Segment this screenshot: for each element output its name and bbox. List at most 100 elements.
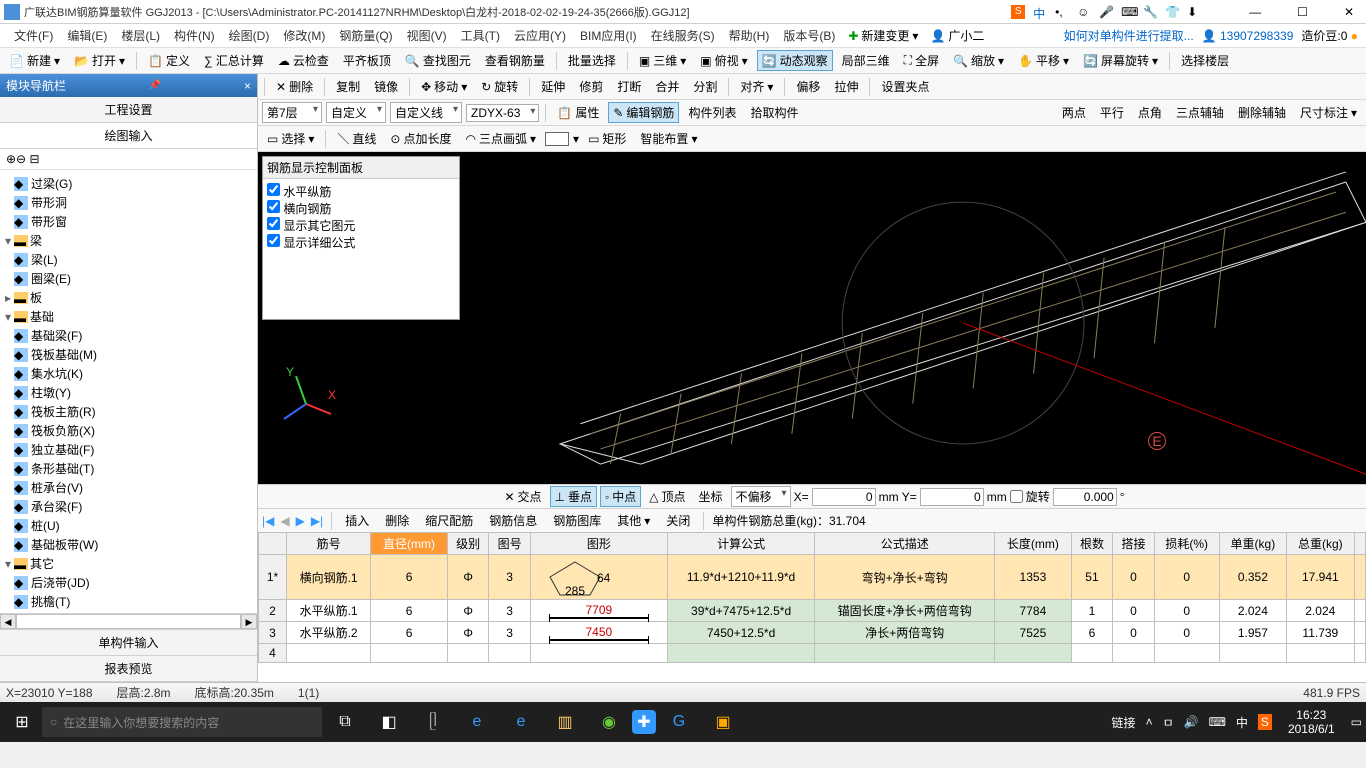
line-button[interactable]: ＼ 直线 bbox=[332, 128, 381, 149]
orbit-button[interactable]: 🔄 动态观察 bbox=[757, 50, 833, 71]
tree-node[interactable]: ◆筏板负筋(X) bbox=[2, 421, 255, 440]
ptlen-button[interactable]: ⊙ 点加长度 bbox=[385, 128, 456, 149]
y-input[interactable] bbox=[920, 488, 984, 506]
tree-node[interactable]: ◆筏板基础(M) bbox=[2, 345, 255, 364]
app5-icon[interactable]: G bbox=[658, 706, 700, 738]
tree-node[interactable]: ◆挑檐(T) bbox=[2, 592, 255, 611]
tree-node[interactable]: ◆柱墩(Y) bbox=[2, 383, 255, 402]
editrebar-button[interactable]: ✎ 编辑钢筋 bbox=[608, 102, 679, 123]
snap-mid[interactable]: ◦ 中点 bbox=[600, 486, 641, 507]
menu-member[interactable]: 构件(N) bbox=[168, 25, 221, 46]
account-label[interactable]: 👤 13907298339 bbox=[1202, 29, 1294, 43]
copy-button[interactable]: 复制 bbox=[331, 76, 365, 97]
tree-node[interactable]: ◆圈梁(E) bbox=[2, 269, 255, 288]
app4-icon[interactable]: ✚ bbox=[632, 710, 656, 734]
tree-node[interactable]: ◆基础梁(F) bbox=[2, 326, 255, 345]
tab-draw[interactable]: 绘图输入 bbox=[0, 123, 257, 149]
offset-mode[interactable]: 不偏移 bbox=[731, 486, 791, 507]
clock[interactable]: 16:232018/6/1 bbox=[1282, 708, 1341, 736]
ime-smile-icon[interactable]: ☺ bbox=[1077, 5, 1091, 19]
extend-button[interactable]: 延伸 bbox=[536, 76, 570, 97]
snap-perp[interactable]: ⊥ 垂点 bbox=[550, 486, 597, 507]
tree-node[interactable]: ◆条形基础(T) bbox=[2, 459, 255, 478]
rebar-lib[interactable]: 钢筋图库 bbox=[548, 510, 606, 531]
align-button[interactable]: 对齐 ▾ bbox=[735, 76, 778, 97]
sidebar-tools[interactable]: ⊕⊖ ⊟ bbox=[0, 149, 257, 170]
ime-skin-icon[interactable]: 👕 bbox=[1165, 5, 1179, 19]
tab-project[interactable]: 工程设置 bbox=[0, 97, 257, 123]
edge-icon[interactable]: e bbox=[456, 706, 498, 738]
ime-toolbar[interactable]: S 中 •, ☺ 🎤 ⌨ 🔧 👕 ⬇ bbox=[1011, 5, 1201, 19]
minimize-button[interactable]: — bbox=[1241, 5, 1269, 19]
smart-button[interactable]: 智能布置 ▾ bbox=[635, 128, 702, 149]
scale-rebar[interactable]: 缩尺配筋 bbox=[420, 510, 478, 531]
dim-button[interactable]: 尺寸标注 ▾ bbox=[1295, 102, 1362, 123]
layer-select[interactable]: 第7层 bbox=[262, 102, 322, 123]
mirror-button[interactable]: 镜像 bbox=[369, 76, 403, 97]
sum-button[interactable]: ∑ 汇总计算 bbox=[199, 50, 269, 71]
delaux-button[interactable]: 删除辅轴 bbox=[1233, 102, 1291, 123]
nav-first[interactable]: |◀ bbox=[262, 514, 274, 528]
sub-select[interactable]: 自定义线 bbox=[390, 102, 462, 123]
taskview-icon[interactable]: ⧉ bbox=[324, 706, 366, 738]
tree-node[interactable]: ◆带形洞 bbox=[2, 193, 255, 212]
new-button[interactable]: 📄 新建 ▾ bbox=[4, 50, 65, 71]
menu-floor[interactable]: 楼层(L) bbox=[115, 25, 166, 46]
code-select[interactable]: ZDYX-63 bbox=[466, 104, 539, 122]
ime-cn-icon[interactable]: 中 bbox=[1033, 5, 1047, 19]
tree[interactable]: ◆过梁(G)◆带形洞◆带形窗▾▬梁◆梁(L)◆圈梁(E)▸▬板▾▬基础◆基础梁(… bbox=[0, 170, 257, 613]
ptang-button[interactable]: 点角 bbox=[1133, 102, 1167, 123]
new-change-button[interactable]: ✚新建变更 ▾ bbox=[843, 25, 923, 46]
table-row[interactable]: 1*横向钢筋.16Φ36428511.9*d+1210+11.9*d弯钩+净长+… bbox=[259, 555, 1366, 600]
rebar-grid[interactable]: 筋号直径(mm)级别图号图形计算公式公式描述长度(mm)根数搭接损耗(%)单重(… bbox=[258, 532, 1366, 682]
move-button[interactable]: ✥ 移动 ▾ bbox=[416, 76, 472, 97]
split-button[interactable]: 分割 bbox=[688, 76, 722, 97]
tree-node[interactable]: ◆独立基础(F) bbox=[2, 440, 255, 459]
delete-row[interactable]: 删除 bbox=[380, 510, 414, 531]
tree-node[interactable]: ▾▬梁 bbox=[2, 231, 255, 250]
ime-tool-icon[interactable]: 🔧 bbox=[1143, 5, 1157, 19]
rot-check[interactable] bbox=[1010, 490, 1023, 503]
close-button[interactable]: ✕ bbox=[1336, 5, 1362, 19]
stretch-button[interactable]: 拉伸 bbox=[829, 76, 863, 97]
open-button[interactable]: 📂 打开 ▾ bbox=[69, 50, 130, 71]
tree-node[interactable]: ◆承台梁(F) bbox=[2, 497, 255, 516]
maximize-button[interactable]: ☐ bbox=[1289, 5, 1316, 19]
snap-coord[interactable]: 坐标 bbox=[694, 486, 728, 507]
batchsel-button[interactable]: 批量选择 bbox=[563, 50, 621, 71]
menu-rebar[interactable]: 钢筋量(Q) bbox=[333, 25, 398, 46]
tab-single[interactable]: 单构件输入 bbox=[0, 630, 257, 656]
ime-more-icon[interactable]: ⬇ bbox=[1187, 5, 1201, 19]
menu-view[interactable]: 视图(V) bbox=[401, 25, 453, 46]
3d-button[interactable]: ▣ 三维 ▾ bbox=[634, 50, 691, 71]
tree-node[interactable]: ◆桩(U) bbox=[2, 516, 255, 535]
tree-node[interactable]: ▾▬基础 bbox=[2, 307, 255, 326]
menu-edit[interactable]: 编辑(E) bbox=[61, 25, 113, 46]
explorer-icon[interactable]: ▥ bbox=[544, 706, 586, 738]
ime-icon[interactable]: S bbox=[1011, 5, 1025, 19]
tray-link[interactable]: 链接 bbox=[1112, 714, 1136, 731]
tree-node[interactable]: ▾▬其它 bbox=[2, 554, 255, 573]
define-button[interactable]: 📋 定义 bbox=[143, 50, 195, 71]
tree-node[interactable]: ◆集水坑(K) bbox=[2, 364, 255, 383]
menu-bim[interactable]: BIM应用(I) bbox=[574, 25, 643, 46]
tab-report[interactable]: 报表预览 bbox=[0, 656, 257, 682]
tree-node[interactable]: ◆后浇带(JD) bbox=[2, 573, 255, 592]
grip-button[interactable]: 设置夹点 bbox=[876, 76, 934, 97]
tree-node[interactable]: ◆桩承台(V) bbox=[2, 478, 255, 497]
close-grid[interactable]: 关闭 bbox=[661, 510, 695, 531]
tray-kbd-icon[interactable]: ⌨ bbox=[1209, 715, 1226, 729]
nav-next[interactable]: ▶ bbox=[296, 514, 305, 528]
arc3-button[interactable]: ◠ 三点画弧 ▾ bbox=[461, 128, 542, 149]
table-row[interactable]: 2水平纵筋.16Φ3770939*d+7475+12.5*d锚固长度+净长+两倍… bbox=[259, 600, 1366, 622]
ie-icon[interactable]: e bbox=[500, 706, 542, 738]
tree-node[interactable]: ◆过梁(G) bbox=[2, 174, 255, 193]
menu-cloud[interactable]: 云应用(Y) bbox=[508, 25, 572, 46]
pin-icon[interactable]: 📌 bbox=[149, 80, 161, 91]
table-row[interactable]: 4 bbox=[259, 644, 1366, 663]
selfloor-button[interactable]: 选择楼层 bbox=[1176, 50, 1234, 71]
viewrebar-button[interactable]: 查看钢筋量 bbox=[480, 50, 550, 71]
sidebar-close-icon[interactable]: × bbox=[244, 79, 251, 93]
break-button[interactable]: 打断 bbox=[612, 76, 646, 97]
cloudcheck-button[interactable]: ☁ 云检查 bbox=[273, 50, 334, 71]
